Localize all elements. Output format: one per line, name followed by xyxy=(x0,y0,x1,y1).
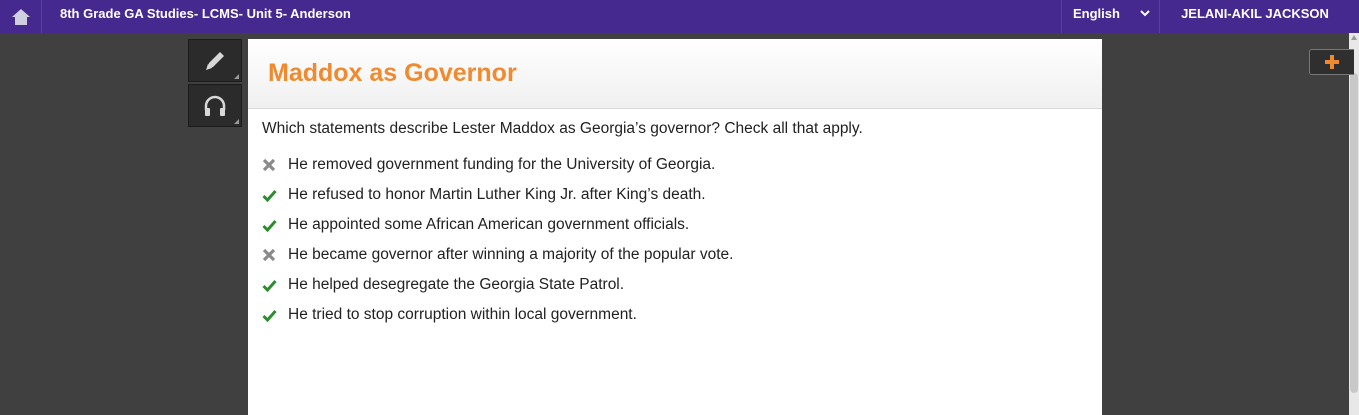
scrollbar-thumb[interactable] xyxy=(1350,73,1358,393)
answer-text: He became governor after winning a major… xyxy=(288,246,734,263)
chevron-down-icon xyxy=(1140,10,1150,17)
pencil-icon xyxy=(206,51,224,70)
scroll-up-arrow[interactable] xyxy=(1351,35,1357,40)
answer-text: He removed government funding for the Un… xyxy=(288,156,716,173)
headphones-icon xyxy=(204,95,226,116)
audio-tool-button[interactable] xyxy=(188,84,242,127)
answer-item: He tried to stop corruption within local… xyxy=(262,300,733,330)
plus-icon xyxy=(1325,55,1339,69)
answer-item: He removed government funding for the Un… xyxy=(262,150,733,180)
scrollbar[interactable] xyxy=(1349,33,1359,415)
answer-text: He refused to honor Martin Luther King J… xyxy=(288,186,706,203)
tool-menu-corner xyxy=(234,119,239,124)
correct-check-icon xyxy=(262,275,288,295)
incorrect-x-icon xyxy=(262,245,288,265)
answer-item: He helped desegregate the Georgia State … xyxy=(262,270,733,300)
correct-check-icon xyxy=(262,185,288,205)
question-text: Which statements describe Lester Maddox … xyxy=(262,120,863,137)
expand-button[interactable] xyxy=(1309,49,1354,75)
answer-list: He removed government funding for the Un… xyxy=(262,150,733,330)
tool-menu-corner xyxy=(234,74,239,79)
language-label: English xyxy=(1073,6,1120,21)
answer-text: He helped desegregate the Georgia State … xyxy=(288,276,625,293)
home-icon xyxy=(11,8,30,25)
course-title: 8th Grade GA Studies- LCMS- Unit 5- Ande… xyxy=(60,6,351,21)
top-bar: 8th Grade GA Studies- LCMS- Unit 5- Ande… xyxy=(0,0,1359,33)
incorrect-x-icon xyxy=(262,155,288,175)
pencil-tool-button[interactable] xyxy=(188,39,242,82)
page-title: Maddox as Governor xyxy=(268,59,517,87)
answer-item: He refused to honor Martin Luther King J… xyxy=(262,180,733,210)
user-name[interactable]: JELANI-AKIL JACKSON xyxy=(1161,0,1349,33)
language-select[interactable]: English xyxy=(1061,0,1160,33)
home-button[interactable] xyxy=(0,0,42,33)
answer-item: He became governor after winning a major… xyxy=(262,240,733,270)
answer-text: He appointed some African American gover… xyxy=(288,216,690,233)
answer-item: He appointed some African American gover… xyxy=(262,210,733,240)
panel-header: Maddox as Governor xyxy=(248,39,1102,109)
correct-check-icon xyxy=(262,305,288,325)
correct-check-icon xyxy=(262,215,288,235)
answer-text: He tried to stop corruption within local… xyxy=(288,306,637,323)
content-panel: Maddox as Governor Which statements desc… xyxy=(248,39,1102,415)
